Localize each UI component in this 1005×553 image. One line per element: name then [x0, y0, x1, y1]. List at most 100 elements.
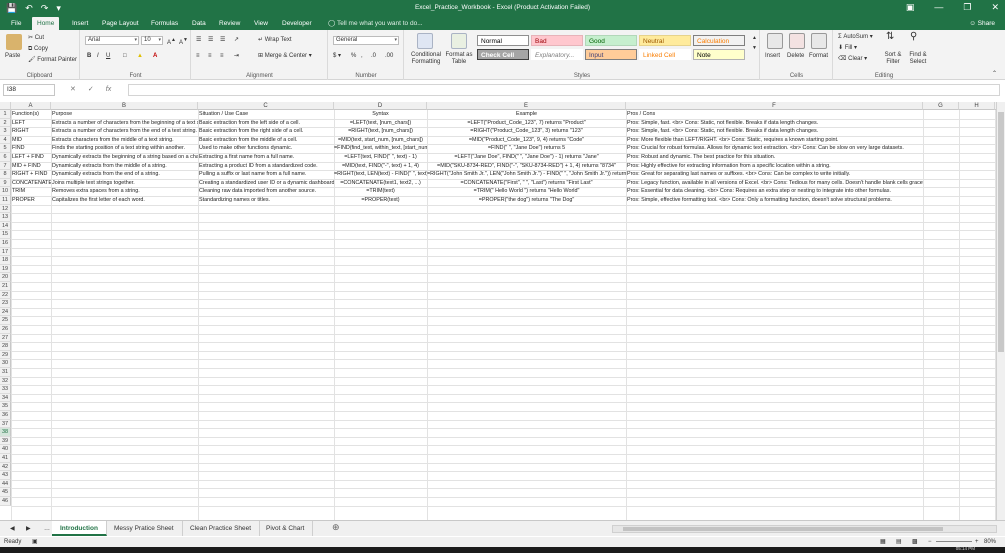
cell-f1[interactable]: Pros / Cons	[626, 110, 923, 119]
row-header[interactable]: 7	[0, 161, 11, 171]
cell-f11[interactable]: Pros: Simple, effective formatting tool.…	[626, 196, 923, 205]
zoom-level[interactable]: 80%	[984, 537, 996, 547]
italic-button[interactable]: I	[97, 52, 99, 60]
normal-view-icon[interactable]: ▦	[880, 537, 886, 547]
row-header[interactable]: 2	[0, 118, 11, 128]
zoom-slider[interactable]	[936, 541, 972, 542]
format-cells-button[interactable]: Format	[809, 52, 828, 60]
cell-c3[interactable]: Basic extraction from the right side of …	[198, 127, 334, 136]
sort-filter-button[interactable]: Sort & Filter	[882, 52, 904, 66]
row-header[interactable]: 12	[0, 204, 11, 214]
cell-f9[interactable]: Pros: Legacy function, available in all …	[626, 179, 923, 188]
cell-b7[interactable]: Dynamically extracts from the middle of …	[51, 162, 198, 171]
row-header[interactable]: 37	[0, 419, 11, 429]
cell-c8[interactable]: Pulling a suffix or last name from a ful…	[198, 170, 334, 179]
zoom-in-icon[interactable]: +	[975, 537, 979, 547]
function-icon[interactable]: fx	[106, 84, 111, 96]
cell-a11[interactable]: PROPER	[11, 196, 51, 205]
row-header[interactable]: 26	[0, 325, 11, 334]
cell-e8[interactable]: =RIGHT("John Smith Jr.", LEN("John Smith…	[427, 170, 626, 179]
cell-style-bad[interactable]: Bad	[531, 35, 583, 46]
cell-e5[interactable]: =FIND(" ", "Jane Doe") returns 5	[427, 144, 626, 153]
next-sheet-icon[interactable]: ▶	[26, 525, 31, 533]
cell-b5[interactable]: Finds the starting position of a text st…	[51, 144, 198, 153]
row-header[interactable]: 14	[0, 221, 11, 231]
tab-view[interactable]: View	[249, 17, 273, 30]
row-header[interactable]: 22	[0, 290, 11, 300]
gallery-scroll-down-icon[interactable]: ▼	[752, 44, 757, 52]
cell-c6[interactable]: Extracting a first name from a full name…	[198, 153, 334, 162]
row-header[interactable]: 46	[0, 497, 11, 506]
row-header[interactable]: 32	[0, 376, 11, 386]
collapse-ribbon-icon[interactable]: ⌃	[992, 70, 997, 78]
column-header-h[interactable]: H	[959, 102, 995, 110]
row-header[interactable]: 40	[0, 445, 11, 454]
delete-cells-button[interactable]: Delete	[787, 52, 804, 60]
cell-c1[interactable]: Situation / Use Case	[198, 110, 334, 119]
cell-c11[interactable]: Standardizing names or titles.	[198, 196, 334, 205]
cell-d4[interactable]: =MID(text, start_num, [num_chars])	[334, 136, 427, 145]
cell-a3[interactable]: RIGHT	[11, 127, 51, 136]
tab-insert[interactable]: Insert	[67, 17, 93, 30]
cell-e2[interactable]: =LEFT("Product_Code_123", 7) returns "Pr…	[427, 119, 626, 128]
cell-style-input[interactable]: Input	[585, 49, 637, 60]
row-header[interactable]: 9	[0, 178, 11, 188]
cell-d7[interactable]: =MID(text, FIND("-", text) + 1, 4)	[334, 162, 427, 171]
cell-e1[interactable]: Example	[427, 110, 626, 119]
conditional-formatting-button[interactable]: Conditional Formatting	[407, 52, 445, 66]
format-cells-icon[interactable]	[811, 33, 827, 49]
spreadsheet-grid[interactable]: A B C D E F G H 1 Function(s) Purpose Situation / U…	[0, 102, 1005, 520]
column-header-g[interactable]: G	[923, 102, 959, 110]
row-header[interactable]: 24	[0, 307, 11, 317]
restore-icon[interactable]: ❐	[963, 1, 971, 14]
font-color-icon[interactable]: A	[153, 52, 157, 60]
formula-input[interactable]	[128, 84, 1000, 96]
prev-sheet-icon[interactable]: ◀	[10, 525, 15, 533]
row-header[interactable]: 34	[0, 393, 11, 403]
align-right-icon[interactable]: ≡	[220, 52, 224, 60]
cell-e3[interactable]: =RIGHT("Product_Code_123", 3) returns "1…	[427, 127, 626, 136]
tab-home[interactable]: Home	[32, 17, 60, 30]
cell-c7[interactable]: Extracting a product ID from a standardi…	[198, 162, 334, 171]
cell-style-neutral[interactable]: Neutral	[639, 35, 691, 46]
enter-icon[interactable]: ✓	[88, 84, 94, 96]
format-as-table-icon[interactable]	[451, 33, 467, 49]
close-icon[interactable]: ✕	[991, 1, 999, 14]
merge-center-button[interactable]: ⊞ Merge & Center ▾	[258, 52, 312, 60]
wrap-text-button[interactable]: ↵ Wrap Text	[258, 36, 292, 44]
cell-c2[interactable]: Basic extraction from the left side of a…	[198, 119, 334, 128]
cell-c10[interactable]: Cleaning raw data imported from another …	[198, 187, 334, 196]
row-header[interactable]: 10	[0, 187, 11, 196]
name-box[interactable]: I38	[3, 84, 55, 96]
column-header-a[interactable]: A	[11, 102, 51, 110]
clear-button[interactable]: ⌫ Clear ▾	[838, 55, 867, 63]
row-header[interactable]: 39	[0, 436, 11, 446]
row-header[interactable]: 6	[0, 153, 11, 162]
column-header-f[interactable]: F	[626, 102, 923, 110]
underline-button[interactable]: U	[106, 52, 110, 60]
row-header[interactable]: 8	[0, 170, 11, 179]
minimize-icon[interactable]: —	[934, 1, 943, 14]
cell-style-normal[interactable]: Normal	[477, 35, 529, 46]
cell-c9[interactable]: Creating a standardized user ID or a dyn…	[198, 179, 334, 188]
cell-d2[interactable]: =LEFT(text, [num_chars])	[334, 119, 427, 128]
cell-e7[interactable]: =MID("SKU-8734-RED", FIND("-", "SKU-8734…	[427, 162, 626, 171]
cell-d11[interactable]: =PROPER(text)	[334, 196, 427, 205]
cell-e4[interactable]: =MID("Product_Code_123", 9, 4) returns "…	[427, 136, 626, 145]
cell-style-good[interactable]: Good	[585, 35, 637, 46]
cell-b6[interactable]: Dynamically extracts the beginning of a …	[51, 153, 198, 162]
delete-cells-icon[interactable]	[789, 33, 805, 49]
align-left-icon[interactable]: ≡	[196, 52, 200, 60]
row-header[interactable]: 28	[0, 342, 11, 351]
cell-e6[interactable]: =LEFT("Jane Doe", FIND(" ", "Jane Doe") …	[427, 153, 626, 162]
cell-e9[interactable]: =CONCATENATE("First", " ", "Last") retur…	[427, 179, 626, 188]
cell-a10[interactable]: TRIM	[11, 187, 51, 196]
cell-style-linked-cell[interactable]: Linked Cell	[639, 49, 691, 60]
cell-a6[interactable]: LEFT + FIND	[11, 153, 51, 162]
cell-f10[interactable]: Pros: Essential for data cleaning. <br> …	[626, 187, 923, 196]
row-header[interactable]: 36	[0, 411, 11, 420]
cell-b2[interactable]: Extracts a number of characters from the…	[51, 119, 198, 128]
format-painter-button[interactable]: 🖌 Format Painter	[28, 56, 77, 64]
tab-formulas[interactable]: Formulas	[146, 17, 183, 30]
sheet-tab-pivot-chart[interactable]: Pivot & Chart	[258, 521, 314, 536]
